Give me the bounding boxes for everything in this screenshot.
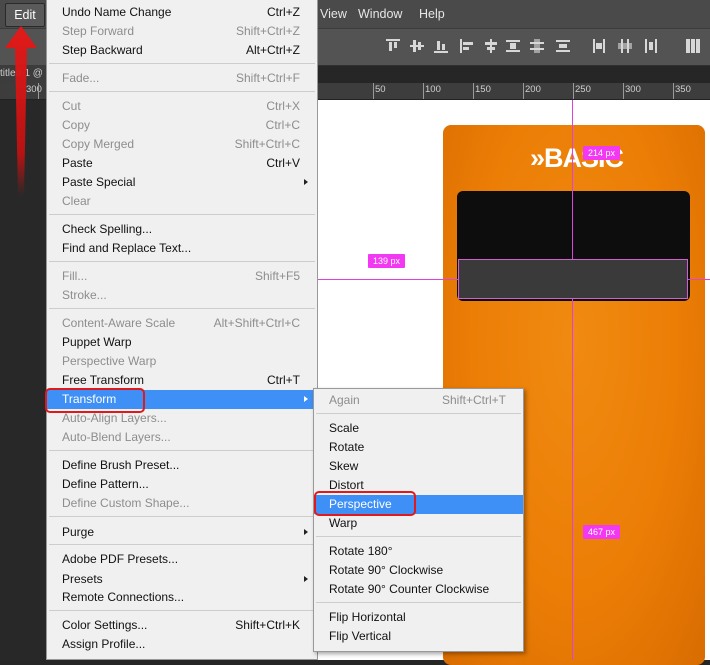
menu-item-pdf-presets[interactable]: Adobe PDF Presets...: [47, 550, 317, 569]
menu-edit[interactable]: Edit: [5, 3, 45, 27]
menu-item-find-replace[interactable]: Find and Replace Text...: [47, 239, 317, 258]
menu-item-stroke: Stroke...: [62, 288, 107, 302]
align-bottom-icon[interactable]: [434, 39, 448, 53]
ruler-label: 50: [375, 84, 386, 95]
ruler-tick: [423, 83, 424, 99]
menu-separator: [49, 63, 315, 64]
highlight-perspective: [314, 491, 416, 516]
menu-item-remote-connections[interactable]: Remote Connections...: [47, 588, 317, 607]
menu-item-fill: Fill... Shift+F5: [62, 269, 300, 283]
ruler-label: 300: [625, 84, 641, 95]
menu-item-define-brush[interactable]: Define Brush Preset...: [47, 456, 317, 475]
distribute-vcenter-icon[interactable]: [530, 39, 544, 53]
ruler-label: 150: [475, 84, 491, 95]
selected-layer-bar[interactable]: [458, 259, 688, 299]
menu-separator: [49, 214, 315, 215]
ruler-tick: [573, 83, 574, 99]
submenu-item-flip-horizontal[interactable]: Flip Horizontal: [314, 608, 523, 627]
menu-separator: [49, 91, 315, 92]
menu-separator: [49, 308, 315, 309]
menu-view[interactable]: View: [320, 0, 347, 28]
ruler-tick: [523, 83, 524, 99]
ruler-label: 250: [575, 84, 591, 95]
ruler-tick: [373, 83, 374, 99]
menu-item-fade: Fade... Shift+Ctrl+F: [62, 71, 300, 85]
measure-label-top: 214 px: [583, 146, 621, 160]
menu-item-clear: Clear: [62, 194, 91, 208]
distribute-top-icon[interactable]: [506, 39, 520, 53]
menu-item-color-settings[interactable]: Color Settings... Shift+Ctrl+K: [47, 616, 317, 635]
submenu-item-rotate-90-ccw[interactable]: Rotate 90° Counter Clockwise: [314, 580, 523, 599]
menu-item-cut: Cut Ctrl+X: [62, 99, 300, 113]
vertical-guide-top: [572, 100, 573, 259]
menu-item-define-custom-shape: Define Custom Shape...: [62, 496, 190, 510]
menu-separator: [49, 610, 315, 611]
ruler-tick: [673, 83, 674, 99]
menu-item-auto-blend: Auto-Blend Layers...: [62, 430, 171, 444]
auto-align-icon[interactable]: [686, 39, 700, 53]
horizontal-guide-left: [318, 279, 458, 280]
align-left-icon[interactable]: [460, 39, 474, 53]
submenu-item-rotate-90-cw[interactable]: Rotate 90° Clockwise: [314, 561, 523, 580]
submenu-item-rotate[interactable]: Rotate: [314, 438, 523, 457]
red-arrow-annotation: [5, 26, 37, 196]
menu-item-assign-profile[interactable]: Assign Profile...: [47, 635, 317, 654]
menu-separator: [316, 536, 521, 537]
distribute-bottom-icon[interactable]: [556, 39, 570, 53]
menu-item-puppet-warp[interactable]: Puppet Warp: [47, 333, 317, 352]
menu-item-check-spelling[interactable]: Check Spelling...: [47, 220, 317, 239]
menu-separator: [316, 602, 521, 603]
menu-item-define-pattern[interactable]: Define Pattern...: [47, 475, 317, 494]
measure-label-bottom: 467 px: [583, 525, 621, 539]
submenu-arrow-icon: [304, 576, 308, 582]
highlight-transform: [45, 388, 145, 413]
submenu-item-warp[interactable]: Warp: [314, 514, 523, 533]
menu-item-step-backward[interactable]: Step Backward Alt+Ctrl+Z: [47, 41, 317, 60]
submenu-arrow-icon: [304, 396, 308, 402]
menu-item-paste[interactable]: Paste Ctrl+V: [47, 154, 317, 173]
submenu-item-flip-vertical[interactable]: Flip Vertical: [314, 627, 523, 646]
submenu-item-skew[interactable]: Skew: [314, 457, 523, 476]
edit-menu: Undo Name Change Ctrl+Z Step Forward Shift…: [46, 0, 318, 660]
menu-help[interactable]: Help: [419, 0, 445, 28]
menu-separator: [49, 516, 315, 517]
submenu-item-rotate-180[interactable]: Rotate 180°: [314, 542, 523, 561]
ruler-label: 200: [525, 84, 541, 95]
distribute-hcenter-icon[interactable]: [618, 39, 632, 53]
menu-item-undo[interactable]: Undo Name Change Ctrl+Z: [47, 3, 317, 22]
submenu-arrow-icon: [304, 179, 308, 185]
distribute-right-icon[interactable]: [644, 39, 658, 53]
menu-separator: [316, 413, 521, 414]
menu-item-content-aware-scale: Content-Aware Scale Alt+Shift+Ctrl+C: [62, 316, 300, 330]
menu-separator: [49, 261, 315, 262]
ruler-tick: [623, 83, 624, 99]
menu-item-copy-merged: Copy Merged Shift+Ctrl+C: [62, 137, 300, 151]
ruler-label: 100: [425, 84, 441, 95]
align-hcenter-icon[interactable]: [484, 39, 498, 53]
menu-separator: [49, 544, 315, 545]
menu-item-presets[interactable]: Presets: [47, 570, 317, 589]
horizontal-guide-right: [688, 279, 710, 280]
align-vcenter-icon[interactable]: [410, 39, 424, 53]
submenu-item-scale[interactable]: Scale: [314, 419, 523, 438]
menu-item-purge[interactable]: Purge: [47, 523, 317, 542]
menu-window[interactable]: Window: [358, 0, 402, 28]
ruler-tick: [38, 83, 39, 99]
vertical-guide-bottom: [572, 299, 573, 660]
align-top-icon[interactable]: [386, 39, 400, 53]
measure-label-left: 139 px: [368, 254, 406, 268]
menu-separator: [49, 450, 315, 451]
menu-item-perspective-warp: Perspective Warp: [62, 354, 157, 368]
menu-item-step-forward: Step Forward Shift+Ctrl+Z: [62, 24, 300, 38]
ruler-tick: [473, 83, 474, 99]
menu-item-copy: Copy Ctrl+C: [62, 118, 300, 132]
menu-item-paste-special[interactable]: Paste Special: [47, 173, 317, 192]
ruler-label: 350: [675, 84, 691, 95]
submenu-arrow-icon: [304, 529, 308, 535]
distribute-left-icon[interactable]: [592, 39, 606, 53]
submenu-item-again: Again Shift+Ctrl+T: [329, 393, 506, 407]
transform-submenu: Again Shift+Ctrl+T Scale Rotate Skew Dist…: [313, 388, 524, 652]
